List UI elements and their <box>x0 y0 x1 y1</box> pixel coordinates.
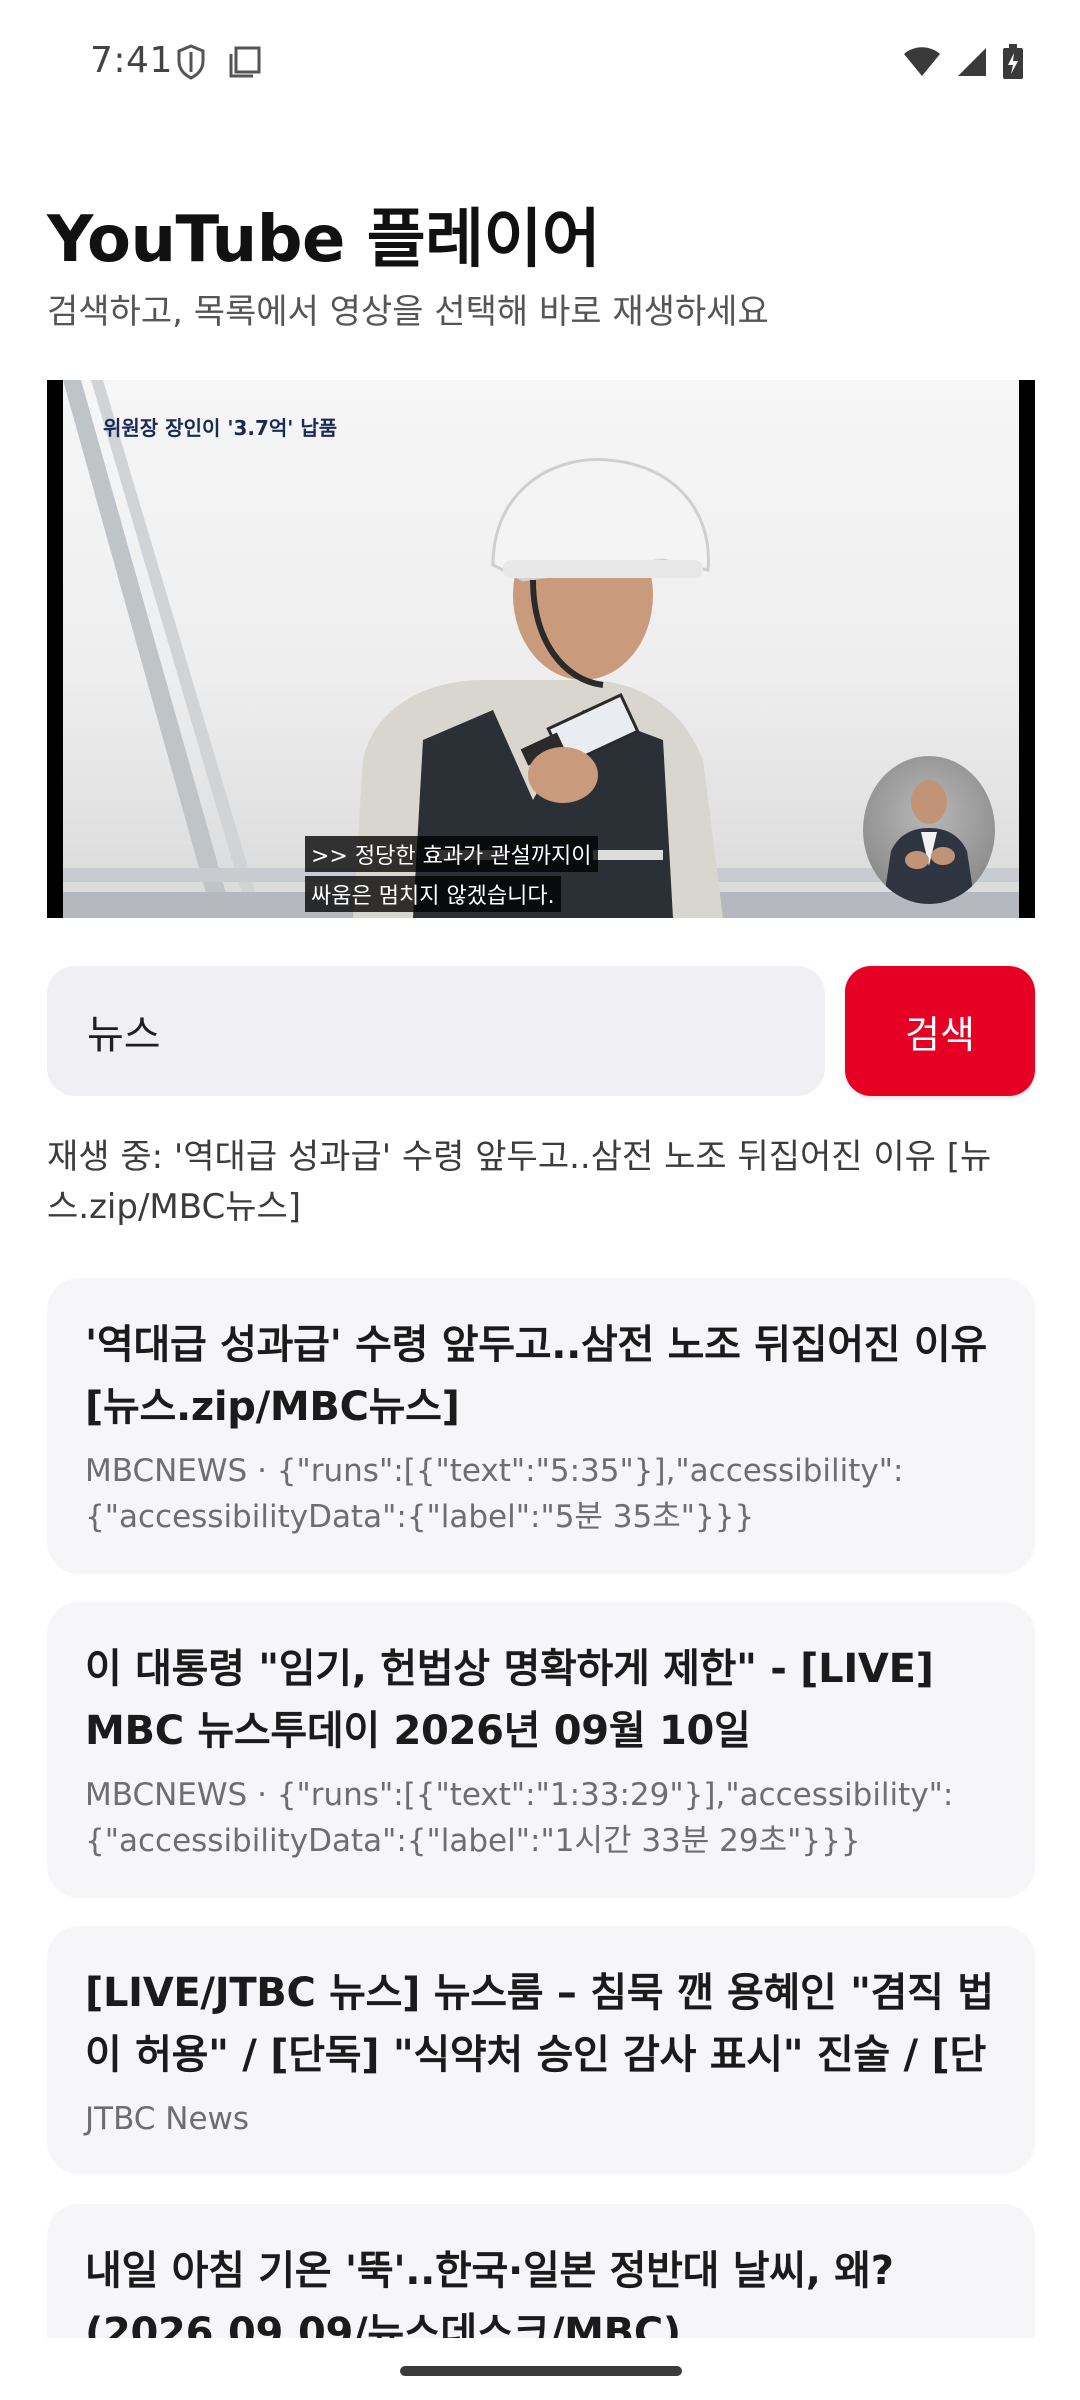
result-title: '역대급 성과급' 수령 앞두고..삼전 노조 뒤집어진 이유 [뉴스.zip/… <box>85 1322 987 1430</box>
clipboard-icon <box>228 45 262 83</box>
video-subtitle: >> 정당한 효과가 관설까지이 싸움은 멈치지 않겠습니다. <box>305 836 598 912</box>
shield-icon <box>176 44 206 84</box>
app-screen: 7:41 YouTube 플레이어 검색하고, 목록에서 영상을 선택해 바로 … <box>0 0 1080 2400</box>
now-playing-label: 재생 중: '역대급 성과급' 수령 앞두고..삼전 노조 뒤집어진 이유 [뉴… <box>47 1137 992 1227</box>
video-subtitle-line-2: 싸움은 멈치지 않겠습니다. <box>305 876 561 912</box>
status-bar: 7:41 <box>0 0 1080 126</box>
result-card[interactable]: [LIVE/JTBC 뉴스] 뉴스룸 – 침묵 깬 용혜인 "겸직 법이 허용"… <box>47 1926 1035 2174</box>
video-subtitle-line-1: >> 정당한 효과가 관설까지이 <box>305 836 598 872</box>
home-indicator[interactable] <box>400 2366 682 2376</box>
sign-language-interpreter-inset <box>863 756 995 904</box>
search-button[interactable]: 검색 <box>845 966 1035 1096</box>
status-left-icons <box>176 44 262 84</box>
status-right-icons <box>902 44 1024 84</box>
interpreter-illustration <box>883 780 975 904</box>
video-player[interactable]: 위원장 장인이 '3.7억' 납품 >> 정당한 효과가 관설까지이 싸움은 멈… <box>47 380 1035 918</box>
battery-charging-icon <box>1002 44 1024 84</box>
result-card[interactable]: '역대급 성과급' 수령 앞두고..삼전 노조 뒤집어진 이유 [뉴스.zip/… <box>47 1278 1035 1574</box>
result-meta: JTBC News <box>85 2101 250 2137</box>
result-meta: MBCNEWS · {"runs":[{"text":"1:33:29"}],"… <box>85 1777 954 1859</box>
cell-signal-icon <box>956 46 988 82</box>
result-title: 이 대통령 "임기, 헌법상 명확하게 제한" - [LIVE] MBC 뉴스투… <box>85 1646 934 1754</box>
wifi-icon <box>902 46 942 82</box>
status-time: 7:41 <box>90 40 173 81</box>
video-overlay-caption: 위원장 장인이 '3.7억' 납품 <box>103 416 338 440</box>
page-title: YouTube 플레이어 <box>47 203 601 277</box>
search-input[interactable] <box>47 966 825 1096</box>
result-card[interactable]: 이 대통령 "임기, 헌법상 명확하게 제한" - [LIVE] MBC 뉴스투… <box>47 1602 1035 1898</box>
result-title: [LIVE/JTBC 뉴스] 뉴스룸 – 침묵 깬 용혜인 "겸직 법이 허용"… <box>85 1970 994 2078</box>
result-meta: MBCNEWS · {"runs":[{"text":"5:35"}],"acc… <box>85 1453 904 1535</box>
video-frame: 위원장 장인이 '3.7억' 납품 >> 정당한 효과가 관설까지이 싸움은 멈… <box>63 380 1019 918</box>
page-subtitle: 검색하고, 목록에서 영상을 선택해 바로 재생하세요 <box>47 292 769 332</box>
